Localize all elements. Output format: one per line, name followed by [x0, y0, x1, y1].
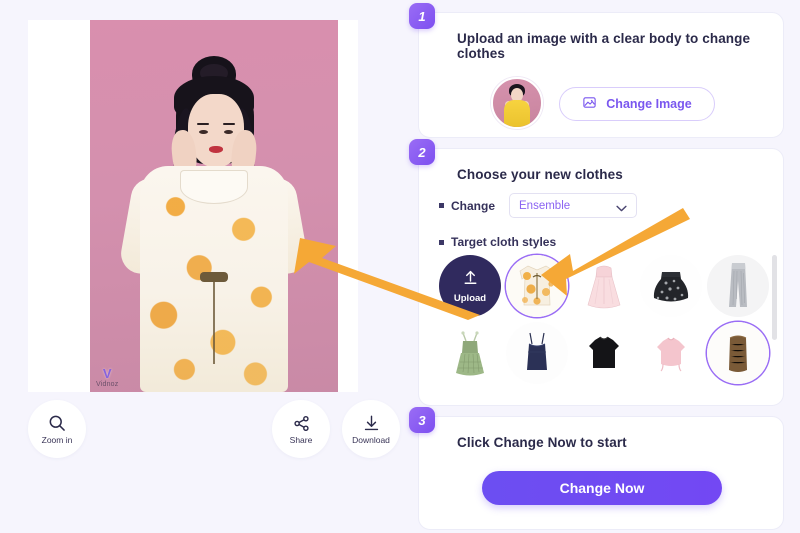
search-icon [47, 413, 67, 433]
avatar-dress [504, 100, 530, 127]
step-1-title: Upload an image with a clear body to cha… [457, 31, 751, 61]
preview-photo: V Vidnoz [90, 20, 338, 392]
photo-eye-left [199, 130, 208, 134]
black-floral-skirt-icon [640, 255, 702, 317]
download-icon [362, 414, 381, 433]
step-3-title: Click Change Now to start [457, 435, 627, 450]
cloth-grid-scrollbar-thumb[interactable] [772, 255, 777, 340]
step-2-badge: 2 [409, 139, 435, 165]
clothes-type-select[interactable]: Ensemble [509, 193, 638, 218]
image-preview-canvas: V Vidnoz [28, 20, 358, 392]
cloth-thumb-black-tshirt[interactable] [573, 322, 635, 384]
preview-toolbar: Zoom in Share Download [28, 400, 400, 464]
watermark-label: Vidnoz [96, 381, 119, 388]
photo-eye-right [224, 130, 233, 134]
grey-wide-leg-jeans-icon [707, 255, 769, 317]
share-button[interactable]: Share [272, 400, 330, 458]
photo-brow-left [197, 123, 209, 125]
cloth-thumb-pink-crop-top[interactable] [640, 322, 702, 384]
clothes-type-value: Ensemble [519, 199, 571, 212]
cloth-thumb-pink-lace-dress[interactable] [573, 255, 635, 317]
watermark-logo-icon: V [102, 366, 112, 381]
change-image-label: Change Image [606, 97, 692, 111]
watermark: V Vidnoz [96, 367, 118, 388]
step-2-title: Choose your new clothes [457, 167, 623, 182]
upload-cloth-button[interactable]: Upload [439, 255, 501, 317]
download-label: Download [352, 434, 390, 445]
download-button[interactable]: Download [342, 400, 400, 458]
photo-lips [209, 146, 223, 153]
cloth-thumb-floral-kimono[interactable] [506, 255, 568, 317]
share-icon [292, 414, 311, 433]
target-styles-row: Target cloth styles [439, 235, 556, 249]
cloth-thumb-black-floral-skirt[interactable] [640, 255, 702, 317]
navy-camisole-top-icon [506, 322, 568, 384]
photo-belt-tie [213, 278, 215, 364]
step-3-badge: 3 [409, 407, 435, 433]
step-2-card: 2 Choose your new clothes Change Ensembl… [409, 139, 784, 406]
change-now-button[interactable]: Change Now [482, 471, 722, 505]
green-gingham-dress-icon [439, 322, 501, 384]
step-1-badge: 1 [409, 3, 435, 29]
cloth-thumb-grey-wide-leg-jeans[interactable] [707, 255, 769, 317]
cloth-thumb-brown-ruched-dress[interactable] [707, 322, 769, 384]
app-root: V Vidnoz Zoom in Share Download 1 Upload… [0, 0, 800, 533]
cloth-grid-scrollbar[interactable] [772, 255, 777, 395]
change-label: Change [451, 198, 496, 213]
bullet-icon [439, 239, 444, 245]
upload-label: Upload [453, 292, 487, 304]
bullet-icon [439, 203, 444, 208]
cloth-thumb-green-gingham-dress[interactable] [439, 322, 501, 384]
pink-crop-top-icon [640, 322, 702, 384]
photo-collar [180, 170, 248, 204]
cloth-thumb-navy-camisole-top[interactable] [506, 322, 568, 384]
cloth-style-grid: Upload [439, 255, 769, 395]
change-image-button[interactable]: Change Image [559, 87, 715, 121]
chevron-down-icon [616, 203, 627, 215]
upload-arrow-icon [461, 269, 480, 292]
brown-ruched-dress-icon [707, 322, 769, 384]
step-3-card: 3 Click Change Now to start Change Now [409, 407, 784, 530]
pink-lace-dress-icon [573, 255, 635, 317]
zoom-in-button[interactable]: Zoom in [28, 400, 86, 458]
image-icon [582, 95, 597, 113]
step-1-card: 1 Upload an image with a clear body to c… [409, 3, 784, 138]
zoom-in-label: Zoom in [41, 435, 73, 445]
photo-brow-right [223, 123, 235, 125]
share-label: Share [289, 434, 313, 445]
uploaded-image-thumbnail[interactable] [491, 77, 543, 129]
floral-kimono-icon [506, 255, 568, 317]
change-type-row: Change Ensemble [439, 193, 638, 218]
black-tshirt-icon [573, 322, 635, 384]
target-cloth-styles-label: Target cloth styles [451, 235, 557, 249]
